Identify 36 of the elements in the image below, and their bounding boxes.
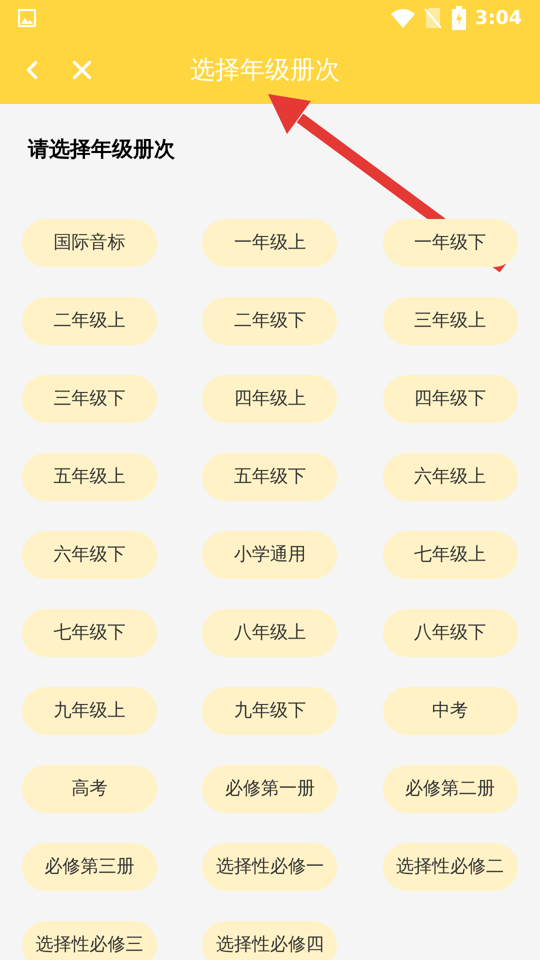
grade-option[interactable]: 六年级下 <box>22 530 157 578</box>
grade-option[interactable]: 六年级上 <box>382 452 518 500</box>
grade-option[interactable]: 九年级上 <box>22 686 157 734</box>
grade-option[interactable]: 高考 <box>22 764 157 812</box>
grade-option[interactable]: 三年级下 <box>22 374 157 422</box>
grade-option[interactable]: 五年级下 <box>202 452 338 500</box>
grade-option[interactable]: 三年级上 <box>382 296 518 344</box>
grade-option[interactable]: 一年级下 <box>382 218 518 266</box>
grade-option[interactable]: 选择性必修四 <box>202 920 338 960</box>
image-icon <box>18 9 36 27</box>
grade-option[interactable]: 选择性必修一 <box>202 842 338 890</box>
grade-option[interactable]: 五年级上 <box>22 452 157 500</box>
grade-option[interactable]: 七年级下 <box>22 608 157 656</box>
grade-option[interactable]: 选择性必修三 <box>22 920 157 960</box>
no-sim-icon <box>424 7 442 29</box>
grade-option[interactable]: 二年级下 <box>202 296 338 344</box>
wifi-icon <box>390 8 416 28</box>
grade-option[interactable]: 小学通用 <box>202 530 338 578</box>
grade-option[interactable]: 国际音标 <box>22 218 157 266</box>
grade-option[interactable]: 二年级上 <box>22 296 157 344</box>
clock: 3:04 <box>474 6 522 31</box>
page-title: 选择年级册次 <box>190 54 340 86</box>
grade-option[interactable]: 八年级下 <box>382 608 518 656</box>
grade-option[interactable]: 四年级上 <box>202 374 338 422</box>
grade-option[interactable]: 八年级上 <box>202 608 338 656</box>
battery-icon <box>452 6 466 30</box>
grade-option[interactable]: 必修第三册 <box>22 842 157 890</box>
grade-option[interactable]: 必修第一册 <box>202 764 338 812</box>
grade-option[interactable]: 九年级下 <box>202 686 338 734</box>
grade-option[interactable]: 四年级下 <box>382 374 518 422</box>
grade-option[interactable]: 一年级上 <box>202 218 338 266</box>
section-heading: 请选择年级册次 <box>28 136 175 163</box>
grade-option[interactable]: 七年级上 <box>382 530 518 578</box>
grade-option[interactable]: 中考 <box>382 686 518 734</box>
grade-option[interactable]: 必修第二册 <box>382 764 518 812</box>
grade-option[interactable]: 选择性必修二 <box>382 842 518 890</box>
